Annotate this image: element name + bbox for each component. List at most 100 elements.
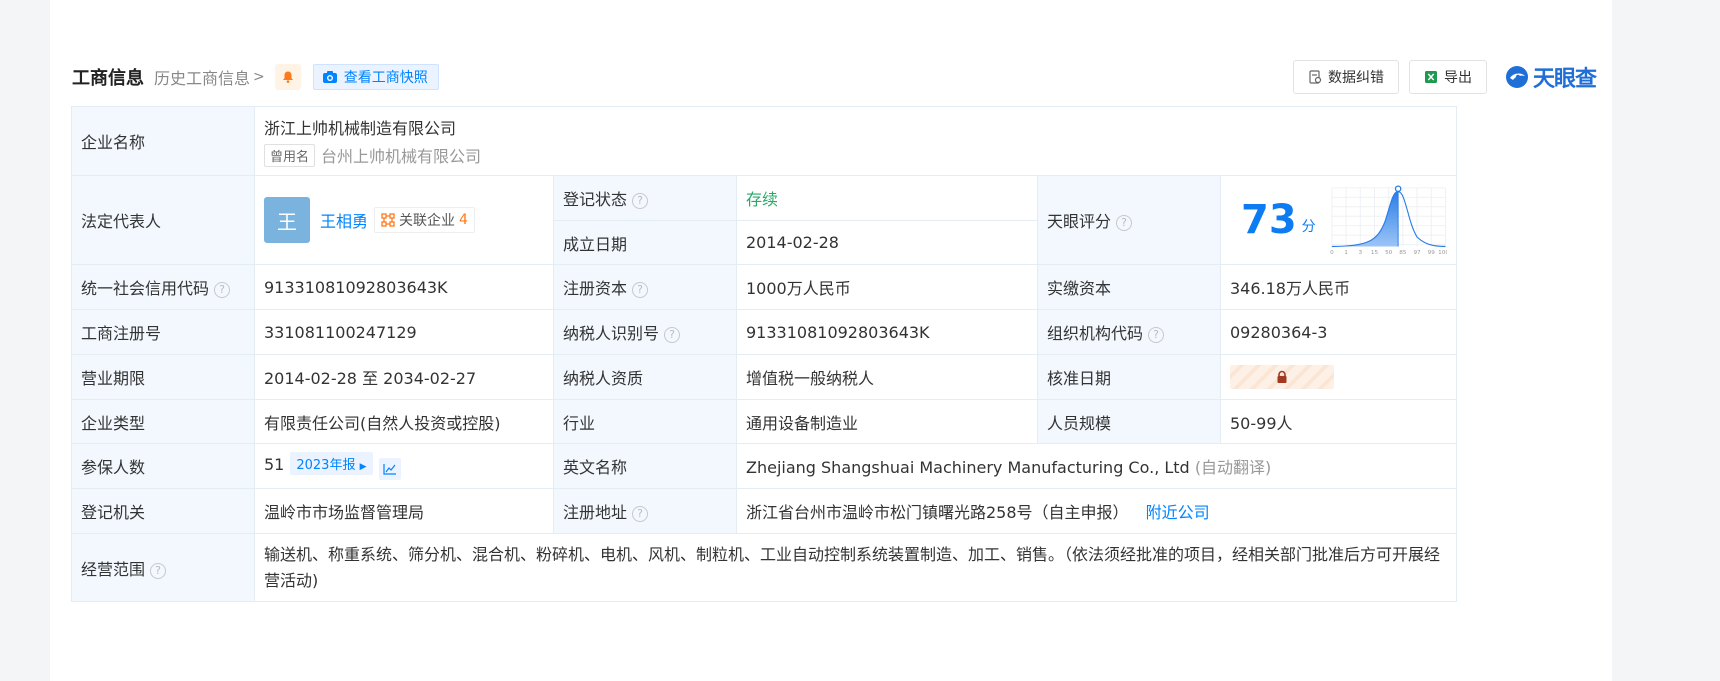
data-correct-label: 数据纠错 bbox=[1327, 70, 1384, 86]
table-row: 企业名称 浙江上帅机械制造有限公司 曾用名 台州上帅机械有限公司 bbox=[71, 106, 1458, 176]
locked-value[interactable] bbox=[1230, 365, 1334, 389]
table-row: 经营范围? 输送机、称重系统、筛分机、混合机、粉碎机、电机、风机、制粒机、工业自… bbox=[71, 533, 1458, 602]
authority-value: 温岭市市场监督管理局 bbox=[254, 488, 554, 534]
reg-capital-label: 注册资本 bbox=[563, 279, 628, 298]
score-axis-tick: 100 bbox=[1438, 250, 1447, 256]
legal-rep-name[interactable]: 王相勇 bbox=[320, 208, 368, 232]
business-info-table: 企业名称 浙江上帅机械制造有限公司 曾用名 台州上帅机械有限公司 法定代表人 王 … bbox=[71, 106, 1458, 602]
reg-capital-label-cell: 注册资本? bbox=[553, 264, 737, 310]
legal-rep-label: 法定代表人 bbox=[71, 175, 255, 265]
english-name: Zhejiang Shangshuai Machinery Manufactur… bbox=[746, 458, 1190, 477]
credit-code-value: 91331081092803643K bbox=[254, 264, 554, 310]
staff-size-value: 50-99人 bbox=[1219, 399, 1458, 444]
chevron-right-icon: > bbox=[253, 69, 265, 85]
document-edit-icon bbox=[1309, 70, 1322, 84]
export-label: 导出 bbox=[1443, 70, 1472, 86]
score-unit: 分 bbox=[1301, 219, 1316, 235]
business-info-card: 工商信息 历史工商信息 > 查看工商快照 数据纠错 导出 天眼查 企业名称 浙江… bbox=[50, 0, 1612, 681]
term-label: 营业期限 bbox=[71, 354, 255, 400]
scope-label-cell: 经营范围? bbox=[71, 533, 255, 602]
camera-icon bbox=[322, 71, 337, 83]
staff-size-label: 人员规模 bbox=[1037, 399, 1221, 444]
annual-report-button[interactable]: 2023年报 ▶ bbox=[290, 452, 373, 475]
lock-icon bbox=[1277, 370, 1287, 383]
score-marker bbox=[1394, 185, 1402, 193]
help-icon[interactable]: ? bbox=[150, 562, 167, 579]
table-row: 营业期限 2014-02-28 至 2034-02-27 纳税人资质 增值税一般… bbox=[71, 354, 1458, 400]
industry-value: 通用设备制造业 bbox=[736, 399, 1038, 444]
header-actions: 数据纠错 导出 天眼查 bbox=[1283, 60, 1597, 94]
org-code-value: 09280364-3 bbox=[1219, 309, 1458, 355]
caret-right-icon: ▶ bbox=[359, 462, 367, 472]
credit-code-label: 统一社会信用代码 bbox=[81, 279, 210, 298]
logo-eye-icon bbox=[1505, 66, 1528, 88]
company-type-value: 有限责任公司(自然人投资或控股) bbox=[254, 399, 554, 444]
nearby-companies-link[interactable]: 附近公司 bbox=[1146, 503, 1210, 522]
bell-icon[interactable] bbox=[274, 64, 301, 90]
help-icon[interactable]: ? bbox=[632, 282, 649, 298]
snapshot-button-label: 查看工商快照 bbox=[343, 70, 428, 86]
data-correct-button[interactable]: 数据纠错 bbox=[1292, 60, 1399, 94]
english-name-label: 英文名称 bbox=[553, 443, 737, 489]
address-label: 注册地址 bbox=[563, 503, 628, 522]
company-name: 浙江上帅机械制造有限公司 bbox=[264, 119, 457, 138]
paid-capital-label: 实缴资本 bbox=[1037, 264, 1221, 310]
score-axis-tick: 3 bbox=[1358, 250, 1362, 256]
taxpayer-id-label-cell: 纳税人识别号? bbox=[553, 309, 737, 355]
trend-chart-icon[interactable] bbox=[378, 458, 401, 480]
credit-code-label-cell: 统一社会信用代码? bbox=[71, 264, 255, 310]
score-axis-tick: 50 bbox=[1385, 250, 1393, 256]
taxpayer-type-value: 增值税一般纳税人 bbox=[736, 354, 1038, 400]
reg-no-value: 331081100247129 bbox=[254, 309, 554, 355]
founded-value: 2014-02-28 bbox=[736, 220, 1038, 265]
insured-value: 51 bbox=[264, 455, 285, 474]
used-name: 台州上帅机械有限公司 bbox=[321, 147, 482, 166]
help-icon[interactable]: ? bbox=[664, 327, 681, 343]
score-label: 天眼评分 bbox=[1047, 212, 1112, 231]
scope-label: 经营范围 bbox=[81, 559, 146, 579]
approve-date-cell bbox=[1219, 354, 1458, 400]
status-label: 登记状态 bbox=[563, 190, 628, 209]
score-label-cell: 天眼评分? bbox=[1037, 175, 1221, 265]
score-cell: 73 分 0 1 3 15 50 85 97 99 10 bbox=[1219, 175, 1458, 265]
history-link-label: 历史工商信息 bbox=[154, 69, 251, 88]
section-header: 工商信息 历史工商信息 > 查看工商快照 数据纠错 导出 天眼查 bbox=[72, 60, 1597, 94]
help-icon[interactable]: ? bbox=[1116, 215, 1133, 231]
status-value: 存续 bbox=[746, 190, 779, 209]
avatar[interactable]: 王 bbox=[264, 197, 310, 243]
table-row: 参保人数 51 2023年报 ▶ 英文名称 Zhejiang Shangshuai… bbox=[71, 443, 1458, 489]
taxpayer-id-value: 91331081092803643K bbox=[736, 309, 1038, 355]
insured-cell: 51 2023年报 ▶ bbox=[254, 443, 554, 489]
address-cell: 浙江省台州市温岭市松门镇曙光路258号（自主申报） 附近公司 bbox=[735, 488, 1458, 534]
score-value: 73 bbox=[1241, 197, 1297, 243]
snapshot-button[interactable]: 查看工商快照 bbox=[312, 64, 439, 90]
used-name-row: 曾用名 台州上帅机械有限公司 bbox=[264, 143, 1447, 167]
related-companies-button[interactable]: 关联企业 4 bbox=[374, 207, 475, 233]
help-icon[interactable]: ? bbox=[632, 506, 649, 522]
help-icon[interactable]: ? bbox=[632, 193, 649, 209]
authority-label: 登记机关 bbox=[71, 488, 255, 534]
score-axis-tick: 97 bbox=[1413, 250, 1421, 256]
history-link[interactable]: 历史工商信息 > bbox=[154, 65, 265, 89]
score-axis-tick: 1 bbox=[1344, 250, 1348, 256]
status-label-cell: 登记状态? bbox=[553, 175, 737, 221]
score-axis-tick: 99 bbox=[1427, 250, 1435, 256]
score-distribution-chart: 0 1 3 15 50 85 97 99 100 bbox=[1330, 185, 1447, 256]
related-label: 关联企业 bbox=[399, 213, 456, 229]
help-icon[interactable]: ? bbox=[1148, 327, 1165, 343]
score[interactable]: 73 分 0 1 3 15 50 85 97 99 10 bbox=[1230, 182, 1447, 258]
score-axis-tick: 85 bbox=[1399, 250, 1407, 256]
org-code-label-cell: 组织机构代码? bbox=[1037, 309, 1221, 355]
help-icon[interactable]: ? bbox=[214, 282, 231, 298]
logo-text: 天眼查 bbox=[1532, 67, 1597, 92]
table-row: 企业类型 有限责任公司(自然人投资或控股) 行业 通用设备制造业 人员规模 50… bbox=[71, 399, 1458, 444]
english-name-cell: Zhejiang Shangshuai Machinery Manufactur… bbox=[735, 443, 1458, 489]
paid-capital-value: 346.18万人民币 bbox=[1219, 264, 1458, 310]
founded-label: 成立日期 bbox=[553, 220, 737, 265]
status-value-cell: 存续 bbox=[736, 175, 1038, 221]
legal-rep: 王 王相勇 关联企业 4 bbox=[264, 197, 544, 243]
export-button[interactable]: 导出 bbox=[1408, 60, 1487, 94]
address-value: 浙江省台州市温岭市松门镇曙光路258号（自主申报） bbox=[746, 503, 1129, 522]
approve-date-label: 核准日期 bbox=[1037, 354, 1221, 400]
table-row: 法定代表人 王 王相勇 关联企业 4 登记状态? 存续 天眼评分? 73 分 0… bbox=[71, 175, 1458, 265]
